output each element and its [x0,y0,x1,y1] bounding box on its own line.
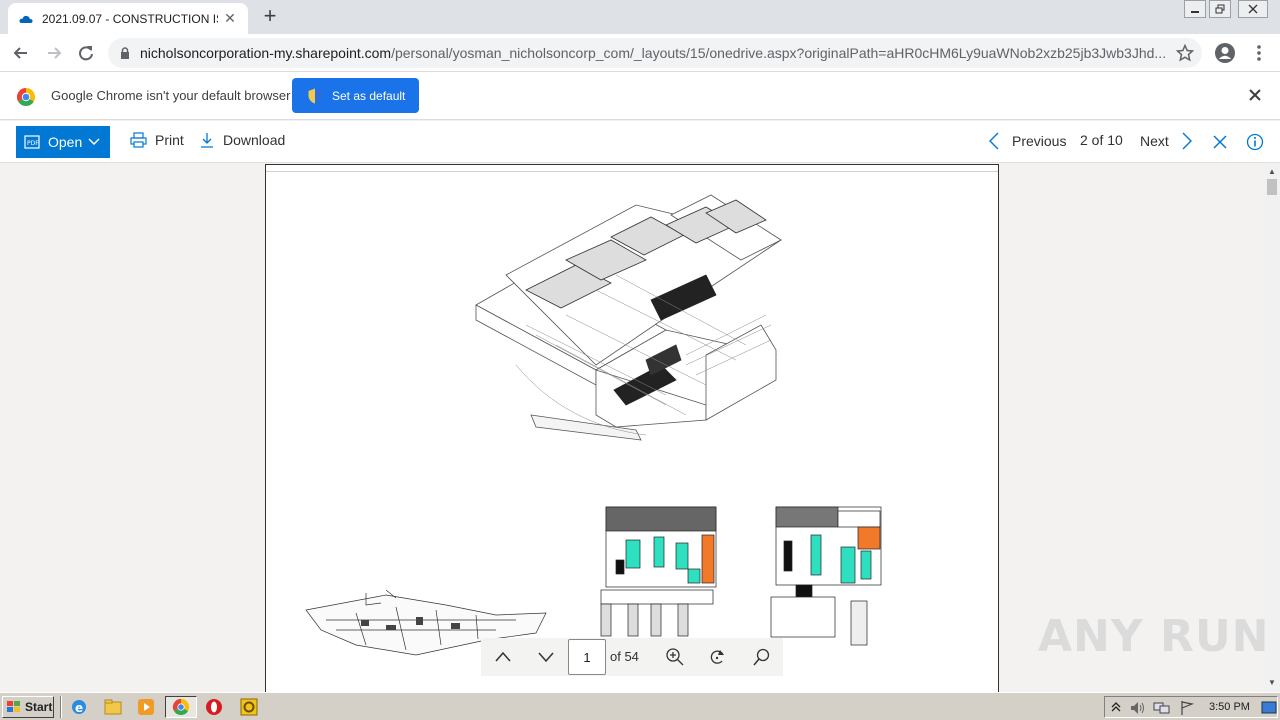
open-label: Open [48,134,83,150]
search-icon[interactable] [752,647,772,667]
next-label: Next [1140,133,1169,149]
windows-logo-icon [7,701,20,712]
minimize-button[interactable] [1184,0,1206,18]
tab-close-icon[interactable]: ✕ [222,10,238,27]
download-button[interactable]: Download [199,132,285,148]
printer-icon [130,132,147,148]
onedrive-cloud-icon [19,15,33,23]
restore-icon [1215,4,1225,14]
open-button[interactable]: PDF Open [16,126,110,158]
url-text: nicholsoncorporation-my.sharepoint.com/p… [140,45,1170,61]
browser-tab-strip: 2021.09.07 - CONSTRUCTION ISSUE ✕ + [0,0,1280,34]
close-viewer-icon[interactable] [1212,134,1228,150]
bookmark-star-icon[interactable] [1176,44,1194,62]
chevron-down-icon [88,138,100,146]
floor-plan-1-drawing [600,506,717,637]
rotate-icon[interactable] [708,647,728,667]
taskbar-clock: 3:50 PM [1209,701,1250,713]
system-tray: 3:50 PM [1104,696,1278,718]
scroll-down-arrow-icon[interactable]: ▼ [1268,678,1276,687]
download-icon [201,133,213,148]
restore-button[interactable] [1209,0,1231,18]
back-button[interactable] [9,41,33,65]
anyrun-watermark: ANY RUN [1038,611,1270,662]
set-as-default-label: Set as default [332,88,406,103]
default-browser-infobar: Google Chrome isn't your default browser… [0,72,1280,120]
browser-tab[interactable]: 2021.09.07 - CONSTRUCTION ISSUE ✕ [8,3,248,34]
volume-icon[interactable] [1129,700,1147,716]
tab-title: 2021.09.07 - CONSTRUCTION ISSUE [42,11,218,26]
pdf-file-icon: PDF [24,135,40,149]
info-icon[interactable] [1246,133,1264,151]
chrome-icon [172,698,190,716]
show-desktop-icon[interactable] [1261,701,1277,715]
address-bar[interactable]: nicholsoncorporation-my.sharepoint.com/p… [108,38,1202,68]
next-button[interactable]: Next [1140,132,1193,150]
chevron-left-icon [989,132,999,150]
previous-label: Previous [1012,133,1067,149]
page-count: of 54 [610,649,639,664]
windows-taskbar: Start e 3:50 PM [0,692,1280,720]
forward-button[interactable] [42,41,66,65]
norton-icon[interactable] [240,698,258,716]
print-label: Print [155,132,184,148]
zoom-in-icon[interactable] [665,647,685,667]
lock-icon [121,46,129,59]
page-drawing [305,194,882,656]
previous-button[interactable]: Previous [988,132,1066,150]
scroll-thumb[interactable] [1267,179,1277,195]
url-host: nicholsoncorporation-my.sharepoint.com [140,45,392,61]
svg-text:PDF: PDF [27,140,39,147]
opera-icon[interactable] [205,698,223,716]
minimize-icon [1191,11,1199,13]
taskbar-separator [60,696,62,718]
start-button[interactable]: Start [2,696,54,718]
browser-toolbar: nicholsoncorporation-my.sharepoint.com/p… [0,34,1280,72]
new-tab-button[interactable]: + [258,4,282,28]
chrome-menu-icon[interactable] [1250,42,1268,64]
next-page-icon[interactable] [536,647,556,667]
chevron-right-icon [1182,132,1192,150]
floor-plan-2-drawing [770,506,882,646]
reload-icon [79,46,93,61]
forward-arrow-icon [48,47,62,59]
scroll-up-arrow-icon[interactable]: ▲ [1268,167,1276,176]
window-close-button[interactable] [1238,0,1268,18]
start-label: Start [25,700,53,714]
internet-explorer-icon[interactable]: e [70,698,88,716]
item-position: 2 of 10 [1080,132,1123,148]
reload-button[interactable] [74,41,98,65]
infobar-message: Google Chrome isn't your default browser [51,88,291,103]
pdf-page-toolbar: 1 of 54 [481,638,783,676]
set-as-default-button[interactable]: Set as default [292,78,419,113]
print-button[interactable]: Print [130,132,184,148]
network-icon[interactable] [1153,700,1171,716]
onedrive-command-bar: PDF Open Print Download Previous 2 of 10… [0,121,1280,163]
profile-avatar-icon[interactable] [1214,42,1236,64]
download-label: Download [223,132,286,148]
file-explorer-icon[interactable] [104,698,122,716]
url-path: /personal/yosman_nicholsoncorp_com/_layo… [391,45,1167,61]
previous-page-icon[interactable] [493,647,513,667]
back-arrow-icon [13,47,27,59]
pdf-page [265,164,999,692]
infobar-close-icon[interactable] [1248,88,1262,102]
show-hidden-icons-icon[interactable] [1111,701,1121,713]
window-close-icon [1248,4,1258,14]
page-number-input[interactable]: 1 [568,639,606,675]
svg-text:e: e [75,701,83,715]
media-player-icon[interactable] [137,698,155,716]
isometric-building-drawing [475,194,782,441]
chrome-taskbar-button[interactable] [165,696,197,718]
uac-shield-icon [308,88,322,103]
action-center-flag-icon[interactable] [1179,700,1195,716]
chrome-logo-icon [16,88,36,107]
